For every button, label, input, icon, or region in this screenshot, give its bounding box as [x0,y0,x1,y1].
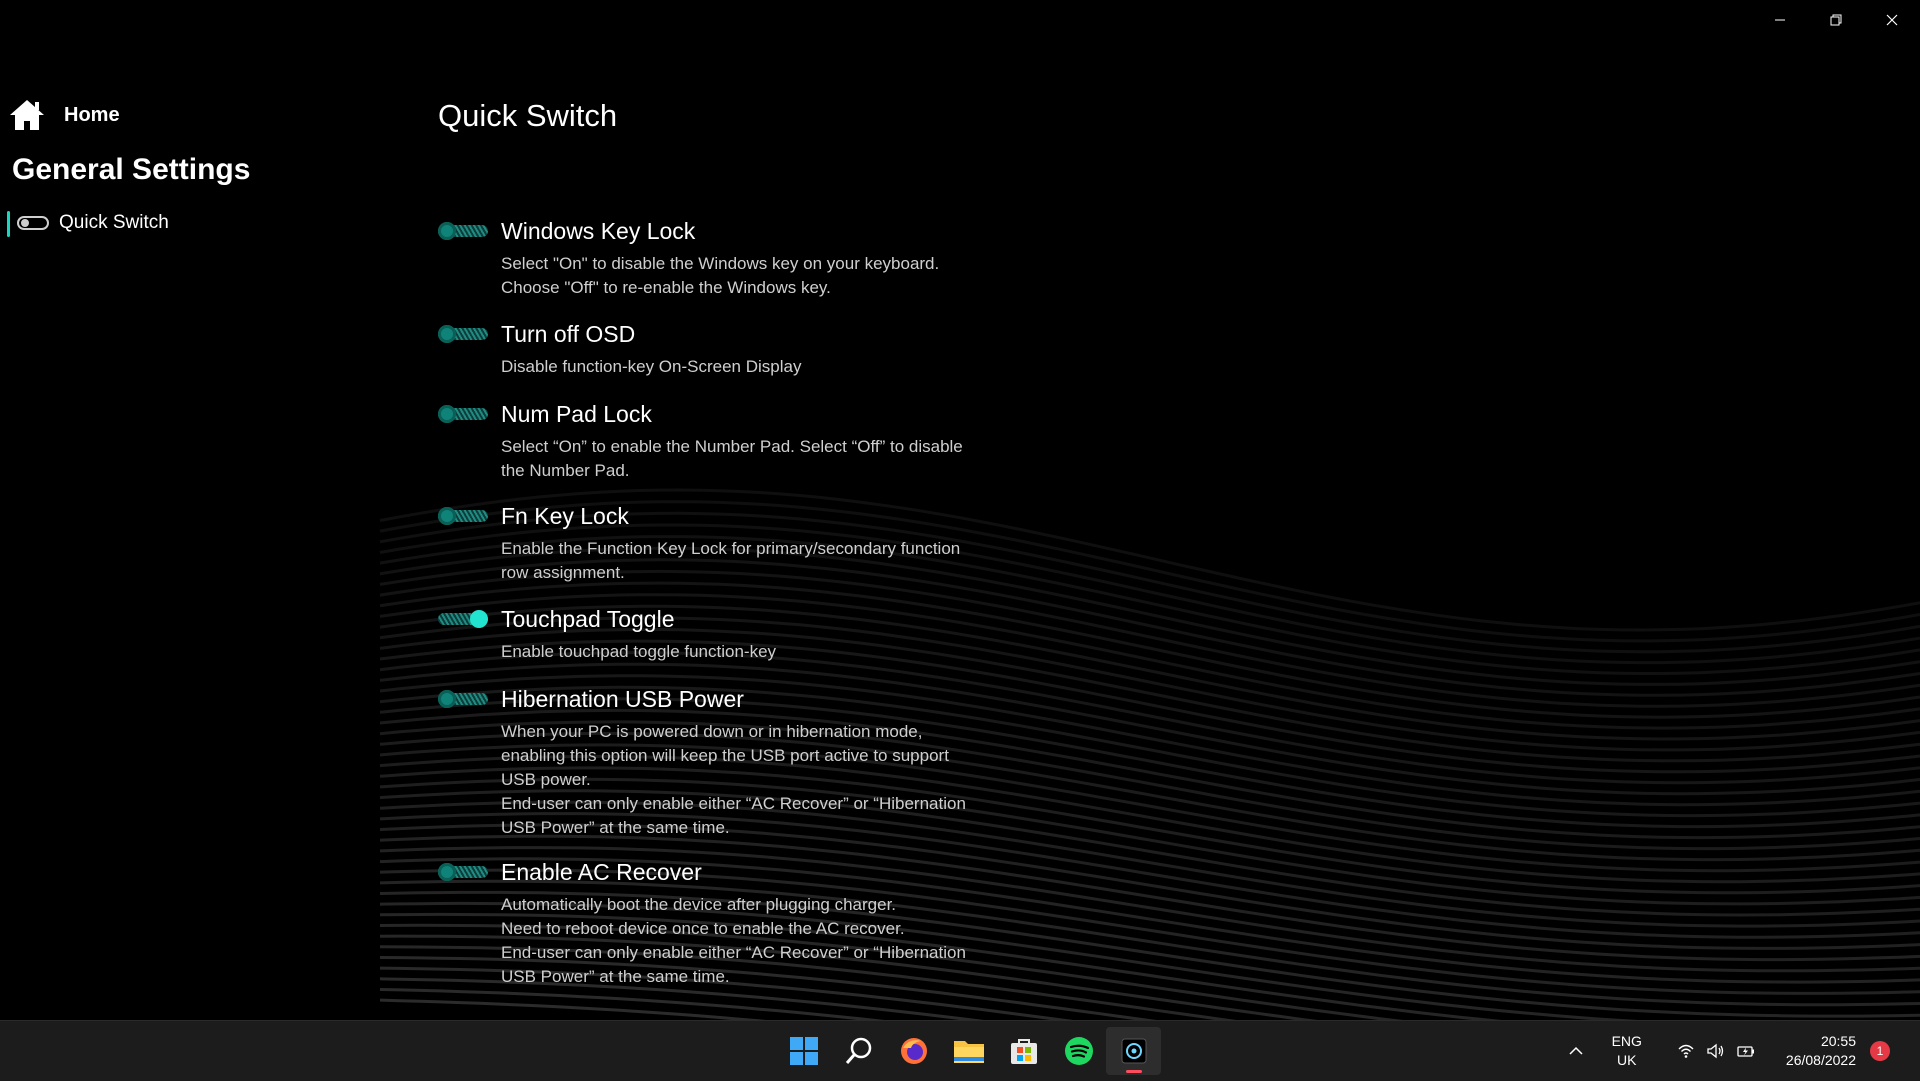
notification-badge[interactable]: 1 [1870,1041,1890,1061]
taskbar-apps [776,1027,1161,1075]
start-button[interactable] [776,1027,831,1075]
search-button[interactable] [831,1027,886,1075]
enable-ac-recover-toggle[interactable] [438,863,488,881]
spotify-icon [1064,1037,1093,1065]
option-label: Turn off OSD [501,320,636,347]
microsoft-store-button[interactable] [996,1027,1051,1075]
toggle-icon [17,216,49,230]
option-description: When your PC is powered down or in hiber… [501,722,966,837]
fn-key-lock-toggle[interactable] [438,507,488,525]
hibernation-usb-power-toggle[interactable] [438,690,488,708]
option-label: Windows Key Lock [501,217,696,244]
sidebar: Home General Settings Quick Switch [0,90,400,238]
chevron-up-icon[interactable] [1568,1043,1584,1059]
control-center-button[interactable] [1106,1027,1161,1075]
option-enable-ac-recover: Enable AC Recover Automatically boot the… [438,855,998,989]
option-windows-key-lock: Windows Key Lock Select "On" to disable … [438,214,998,300]
option-description: Automatically boot the device after plug… [501,895,966,986]
option-description: Enable touchpad toggle function-key [501,642,777,661]
language-code: ENG [1611,1033,1642,1049]
spotify-button[interactable] [1051,1027,1106,1075]
close-button[interactable] [1864,0,1920,40]
clock[interactable]: 20:55 26/08/2022 [1786,1032,1856,1070]
window-controls [1752,0,1920,40]
option-description: Disable function-key On-Screen Display [501,357,802,376]
home-link[interactable]: Home [0,90,400,140]
firefox-button[interactable] [886,1027,941,1075]
wifi-icon[interactable] [1676,1041,1696,1061]
option-touchpad-toggle: Touchpad Toggle Enable touchpad toggle f… [438,602,998,664]
touchpad-toggle-toggle[interactable] [438,610,488,628]
date: 26/08/2022 [1785,1052,1856,1068]
file-explorer-button[interactable] [941,1027,996,1075]
time: 20:55 [1820,1033,1856,1049]
battery-charging-icon[interactable] [1736,1041,1756,1061]
windows-start-icon [789,1037,818,1065]
page-title: Quick Switch [438,98,618,133]
restore-icon [1830,14,1842,26]
language-indicator[interactable]: ENG UK [1612,1032,1642,1070]
option-hibernation-usb-power: Hibernation USB Power When your PC is po… [438,682,998,840]
sidebar-item-quick-switch[interactable]: Quick Switch [0,208,400,238]
home-icon [10,100,44,130]
minimize-button[interactable] [1752,0,1808,40]
option-num-pad-lock: Num Pad Lock Select “On” to enable the N… [438,397,998,483]
running-indicator [1126,1070,1142,1073]
option-label: Num Pad Lock [501,400,652,427]
option-label: Fn Key Lock [501,502,629,529]
option-description: Select "On" to disable the Windows key o… [501,254,940,297]
main-content: Quick Switch Windows Key Lock Select "On… [438,96,998,986]
taskbar: ENG UK 20:55 26/08/2022 1 [0,1020,1920,1081]
volume-icon[interactable] [1706,1041,1726,1061]
language-region: UK [1617,1052,1637,1068]
control-center-icon [1121,1038,1146,1064]
windows-key-lock-toggle[interactable] [438,222,488,240]
section-title: General Settings [12,153,251,186]
minimize-icon [1775,19,1785,21]
option-label: Touchpad Toggle [501,605,675,632]
option-label: Enable AC Recover [501,858,702,885]
microsoft-store-icon [1010,1039,1037,1064]
num-pad-lock-toggle[interactable] [438,405,488,423]
file-explorer-icon [953,1041,984,1063]
firefox-icon [900,1038,927,1064]
turn-off-osd-toggle[interactable] [438,325,488,343]
system-tray: ENG UK 20:55 26/08/2022 1 [1568,1021,1890,1081]
option-turn-off-osd: Turn off OSD Disable function-key On-Scr… [438,317,998,379]
selection-indicator [7,211,10,237]
home-label: Home [64,103,120,126]
search-icon [845,1037,871,1064]
option-label: Hibernation USB Power [501,685,744,712]
close-icon [1886,14,1898,26]
option-description: Select “On” to enable the Number Pad. Se… [501,437,963,480]
option-fn-key-lock: Fn Key Lock Enable the Function Key Lock… [438,499,998,585]
restore-button[interactable] [1808,0,1864,40]
sidebar-item-label: Quick Switch [59,212,169,233]
option-description: Enable the Function Key Lock for primary… [501,539,961,582]
